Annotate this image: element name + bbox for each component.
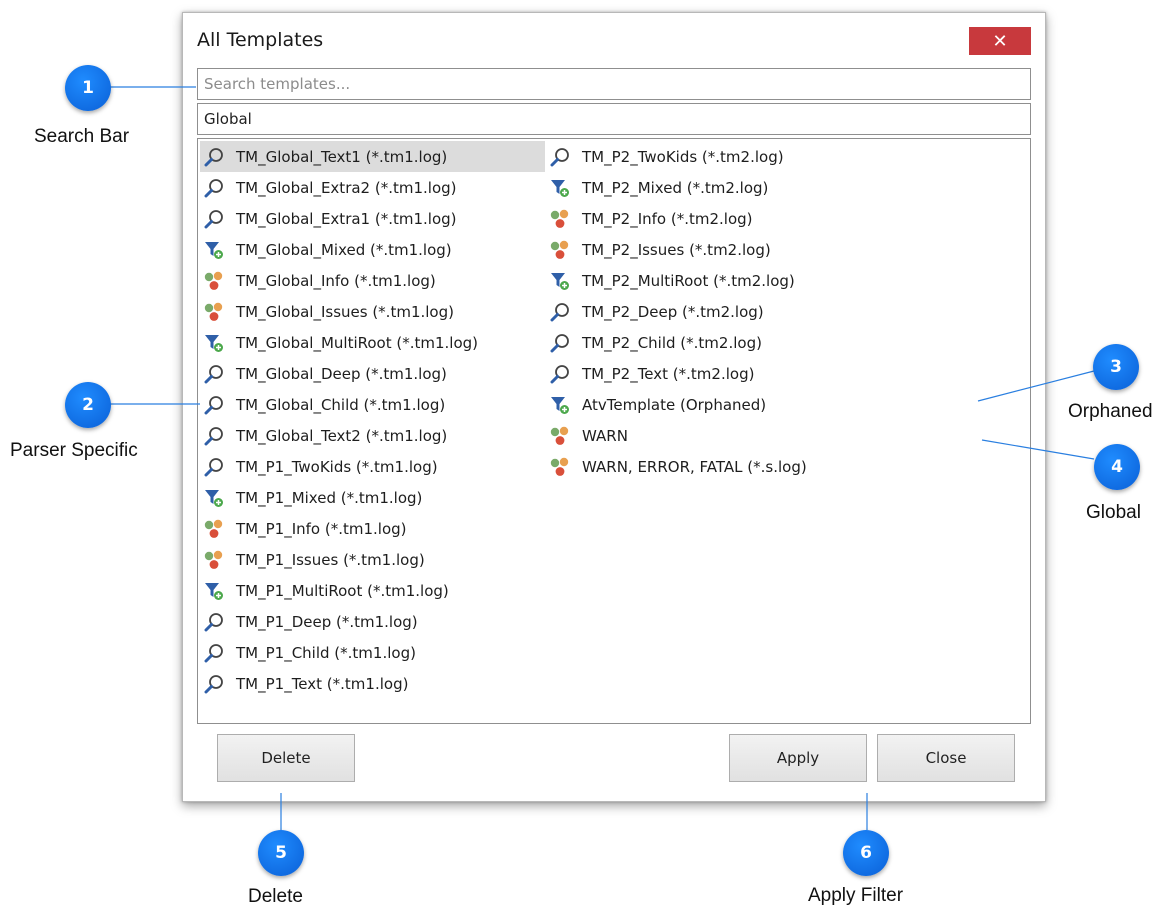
- callout-2: 2: [65, 382, 111, 428]
- callout-label-search-bar: Search Bar: [34, 126, 130, 147]
- callout-label-orphaned: Orphaned: [1068, 401, 1153, 422]
- callout-6: 6: [843, 830, 889, 876]
- callout-label-delete: Delete: [248, 886, 303, 907]
- callout-number: 4: [1111, 457, 1123, 477]
- callout-number: 6: [860, 843, 872, 863]
- callout-1: 1: [65, 65, 111, 111]
- callout-number: 3: [1110, 357, 1122, 377]
- callout-5: 5: [258, 830, 304, 876]
- callout-number: 5: [275, 843, 287, 863]
- callout-3: 3: [1093, 344, 1139, 390]
- callout-number: 1: [82, 78, 94, 98]
- callout-label-parser-specific: Parser Specific: [10, 440, 138, 461]
- callout-label-apply-filter: Apply Filter: [808, 885, 904, 906]
- callout-label-global: Global: [1086, 502, 1141, 523]
- callout-connectors: [110, 86, 1095, 830]
- callout-4: 4: [1094, 444, 1140, 490]
- callout-number: 2: [82, 395, 94, 415]
